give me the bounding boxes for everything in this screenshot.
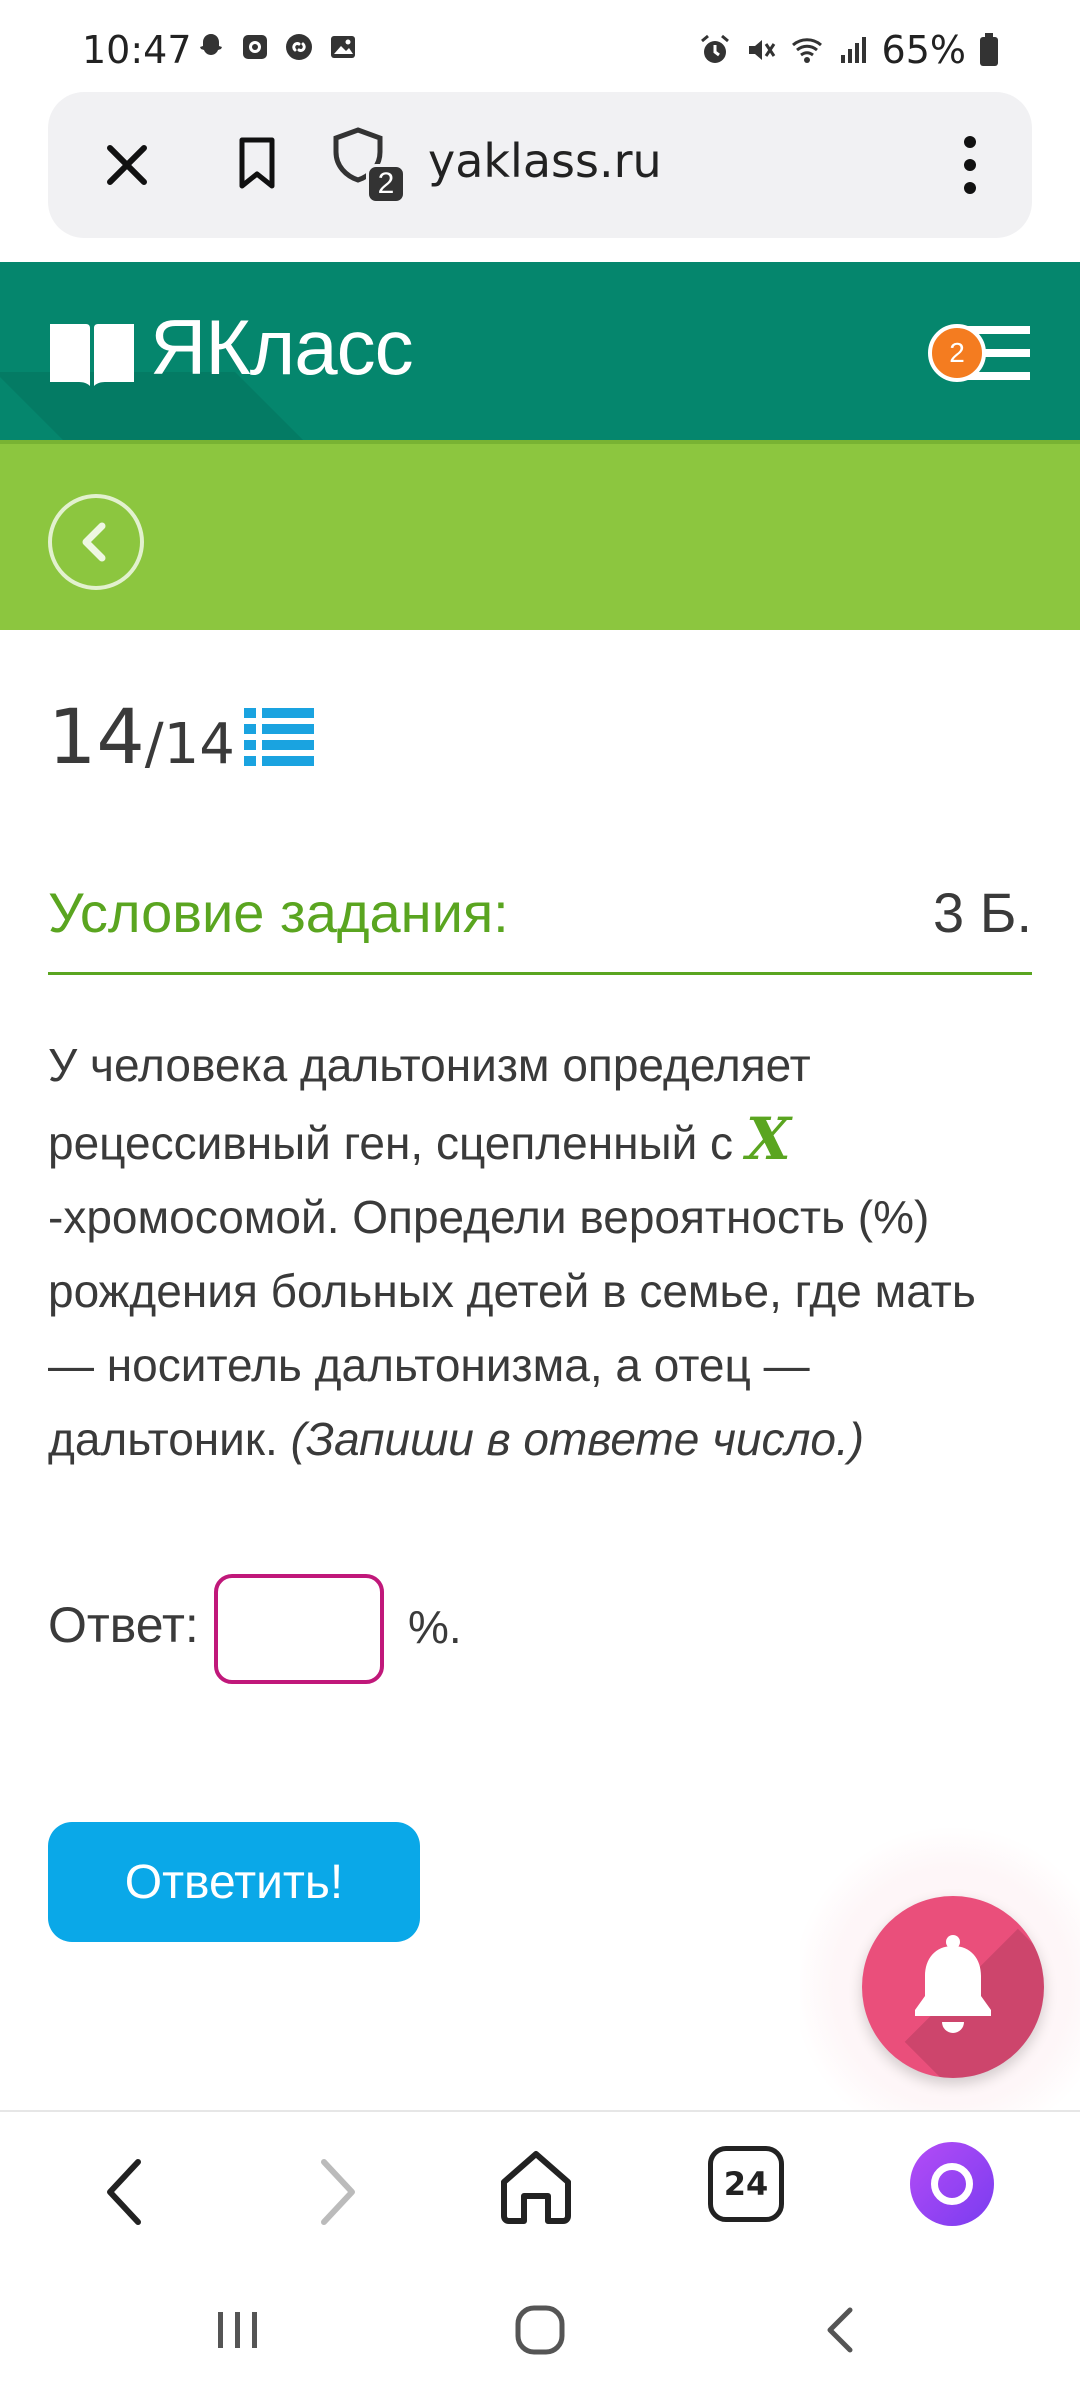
answer-label: Ответ:: [48, 1597, 199, 1653]
task-text-line2: рецессивный ген, сцепленный с: [48, 1117, 746, 1169]
site-header: ЯКласс 2: [0, 262, 1080, 440]
notification-badge[interactable]: 2: [928, 324, 986, 382]
back-arrow-icon[interactable]: [86, 2152, 166, 2232]
home-circle-icon[interactable]: [510, 2300, 570, 2360]
notifications-button[interactable]: [862, 1896, 1044, 2078]
browser-address-bar: 2 yaklass.ru: [48, 92, 1032, 238]
task-points: 3 Б.: [932, 881, 1032, 944]
recents-icon[interactable]: [208, 2300, 268, 2360]
status-notification-icons: [194, 30, 360, 64]
battery-icon: [980, 33, 998, 66]
chevron-left-icon: [82, 522, 106, 562]
shazam-icon: [286, 34, 312, 60]
snapchat-icon: [200, 34, 222, 55]
signal-icon: [840, 37, 866, 63]
title-divider: [48, 972, 1032, 975]
answer-input[interactable]: [214, 1574, 384, 1684]
alice-icon[interactable]: [910, 2142, 994, 2226]
logo-book-icon[interactable]: [48, 318, 136, 388]
forward-arrow-icon[interactable]: [296, 2152, 376, 2232]
system-navigation-bar: [0, 2260, 1080, 2400]
close-icon[interactable]: [94, 132, 160, 198]
gallery-icon: [331, 36, 355, 58]
task-hint: (Запиши в ответе число.): [290, 1413, 865, 1465]
counter-current: 14: [48, 692, 145, 781]
task-list-icon[interactable]: [244, 706, 314, 768]
home-icon[interactable]: [496, 2146, 576, 2226]
browser-toolbar: 24: [0, 2110, 1080, 2260]
bell-icon: [915, 1935, 991, 2033]
submit-button[interactable]: Ответить!: [48, 1822, 420, 1942]
more-options-icon[interactable]: [950, 130, 990, 200]
bookmark-icon[interactable]: [224, 130, 290, 196]
camera-app-icon: [243, 35, 267, 59]
mute-icon: [748, 40, 775, 60]
alarm-icon: [700, 34, 729, 63]
counter-total: /14: [144, 712, 235, 777]
protection-count: 2: [366, 164, 406, 204]
back-button[interactable]: [48, 494, 144, 590]
alice-ring: [931, 2163, 973, 2205]
tabs-icon[interactable]: 24: [708, 2146, 784, 2222]
battery-level: 65%: [881, 28, 966, 72]
system-back-icon[interactable]: [812, 2300, 872, 2360]
answer-unit: %.: [408, 1601, 462, 1653]
logo-text[interactable]: ЯКласс: [150, 302, 414, 393]
wifi-icon: [791, 38, 822, 63]
site-protection-badge[interactable]: 2: [326, 124, 408, 206]
task-title: Условие задания:: [48, 881, 509, 944]
url-text[interactable]: yaklass.ru: [428, 134, 662, 188]
status-time: 10:47: [82, 28, 192, 72]
task-text-line1: У человека дальтонизм определяет: [48, 1039, 811, 1091]
sub-header: [0, 440, 1080, 630]
status-system-icons: 65%: [698, 28, 1000, 72]
task-statement: У человека дальтонизм определяет рецесси…: [48, 1028, 1032, 1476]
task-counter: 14 /14: [48, 692, 235, 781]
variable-x: X: [745, 1105, 791, 1173]
status-bar: 10:47 65%: [0, 0, 1080, 96]
